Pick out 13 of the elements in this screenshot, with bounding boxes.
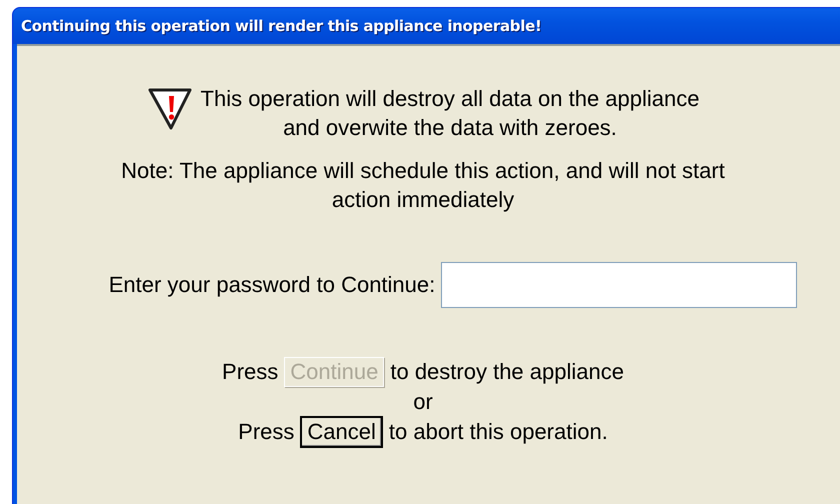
password-label: Enter your password to Continue: [108,272,436,298]
password-field[interactable] [441,262,798,308]
window-title: Continuing this operation will render this appliance inoperable! [21,17,542,35]
action-description: to abort this operation. [388,419,608,445]
warning-text: and overwite the data with zeroes. [282,114,618,142]
note-text: action immediately [330,186,516,214]
action-description: to destroy the appliance [390,359,624,385]
warning-text: This operation will destroy all data on the appliance [200,85,700,113]
press-text: Press [222,359,278,385]
cancel-button[interactable]: Cancel [300,416,383,448]
press-text: Press [238,419,294,445]
note-text: Note: The appliance will schedule this action, and will not start [121,157,725,185]
or-text: or [413,390,433,414]
